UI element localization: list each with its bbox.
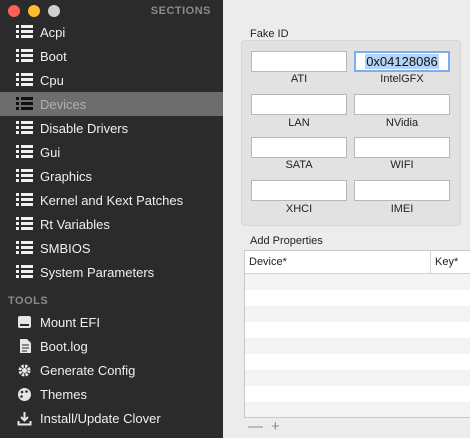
list-icon [16, 241, 33, 255]
sidebar-item-disable-drivers[interactable]: Disable Drivers [0, 116, 223, 140]
list-icon [16, 217, 33, 231]
sidebar-item-system-parameters[interactable]: System Parameters [0, 260, 223, 284]
palette-icon [16, 386, 33, 402]
list-icon [16, 49, 33, 63]
intelgfx-value: 0x04128086 [365, 54, 439, 69]
table-header: Device* Key* [245, 251, 470, 274]
sidebar-item-label: Devices [40, 96, 87, 112]
zoom-window-button[interactable] [48, 5, 60, 17]
sidebar-item-label: Disable Drivers [40, 120, 129, 136]
sidebar-item-label: Acpi [40, 24, 66, 40]
sidebar: SECTIONS Acpi Boot Cpu Devices Disable D… [0, 0, 223, 438]
tool-generate-config[interactable]: Generate Config [0, 358, 223, 382]
tool-label: Install/Update Clover [40, 410, 161, 426]
sections-header: SECTIONS [150, 5, 211, 17]
sidebar-item-graphics[interactable]: Graphics [0, 164, 223, 188]
list-icon [16, 97, 33, 111]
list-icon [16, 169, 33, 183]
tools-list: Mount EFI Boot.log Generate Config Theme… [0, 310, 223, 430]
download-icon [16, 410, 33, 426]
wifi-field[interactable] [354, 137, 450, 158]
nvidia-label: NVidia [385, 117, 419, 129]
tool-install-update-clover[interactable]: Install/Update Clover [0, 406, 223, 430]
sidebar-item-gui[interactable]: Gui [0, 140, 223, 164]
table-row [245, 306, 470, 322]
wifi-label: WIFI [390, 159, 414, 171]
sidebar-item-rt-variables[interactable]: Rt Variables [0, 212, 223, 236]
lan-field[interactable] [251, 94, 347, 115]
add-properties-title: Add Properties [250, 235, 323, 247]
sidebar-item-label: Cpu [40, 72, 64, 88]
gear-icon [16, 362, 33, 378]
tools-header: TOOLS [8, 295, 49, 307]
xhci-label: XHCI [285, 203, 313, 215]
tool-label: Themes [40, 386, 87, 402]
sidebar-item-label: Graphics [40, 168, 93, 184]
tool-label: Generate Config [40, 362, 136, 378]
sidebar-item-label: Kernel and Kext Patches [40, 192, 184, 208]
sidebar-item-kernel-kext-patches[interactable]: Kernel and Kext Patches [0, 188, 223, 212]
table-row [245, 290, 470, 306]
sidebar-item-acpi[interactable]: Acpi [0, 20, 223, 44]
drive-icon [16, 314, 33, 330]
list-icon [16, 25, 33, 39]
table-row [245, 386, 470, 402]
nvidia-field[interactable] [354, 94, 450, 115]
table-row [245, 354, 470, 370]
add-row-button[interactable]: + [271, 418, 280, 435]
tool-label: Boot.log [40, 338, 88, 354]
sidebar-item-label: Gui [40, 144, 61, 160]
sidebar-item-cpu[interactable]: Cpu [0, 68, 223, 92]
tool-mount-efi[interactable]: Mount EFI [0, 310, 223, 334]
ati-label: ATI [290, 73, 308, 85]
window-controls [8, 5, 60, 17]
table-row [245, 338, 470, 354]
xhci-field[interactable] [251, 180, 347, 201]
sidebar-item-label: SMBIOS [40, 240, 91, 256]
table-row [245, 274, 470, 290]
table-row [245, 370, 470, 386]
table-rows [245, 274, 470, 417]
column-header-device[interactable]: Device* [245, 251, 431, 273]
sidebar-item-label: System Parameters [40, 264, 155, 280]
imei-field[interactable] [354, 180, 450, 201]
remove-row-button[interactable]: — [248, 418, 263, 435]
devices-panel: Fake ID ATI 0x04128086 IntelGFX LAN NVid… [223, 0, 470, 438]
imei-label: IMEI [390, 203, 414, 215]
sata-label: SATA [285, 159, 313, 171]
sata-field[interactable] [251, 137, 347, 158]
sections-list: Acpi Boot Cpu Devices Disable Drivers Gu… [0, 20, 223, 284]
add-properties-table[interactable]: Device* Key* [244, 250, 470, 418]
sidebar-item-label: Rt Variables [40, 216, 110, 232]
fake-id-title: Fake ID [250, 28, 289, 40]
document-icon [16, 338, 33, 354]
list-icon [16, 265, 33, 279]
table-row [245, 322, 470, 338]
column-header-key[interactable]: Key* [431, 251, 470, 273]
table-row [245, 402, 470, 417]
list-icon [16, 193, 33, 207]
list-icon [16, 121, 33, 135]
minimize-window-button[interactable] [28, 5, 40, 17]
table-edit-controls: — + [248, 418, 280, 435]
lan-label: LAN [288, 117, 310, 129]
intelgfx-label: IntelGFX [380, 73, 424, 85]
sidebar-item-smbios[interactable]: SMBIOS [0, 236, 223, 260]
sidebar-item-label: Boot [40, 48, 67, 64]
tool-label: Mount EFI [40, 314, 100, 330]
list-icon [16, 73, 33, 87]
tool-boot-log[interactable]: Boot.log [0, 334, 223, 358]
ati-field[interactable] [251, 51, 347, 72]
tool-themes[interactable]: Themes [0, 382, 223, 406]
sidebar-item-devices[interactable]: Devices [0, 92, 223, 116]
sidebar-item-boot[interactable]: Boot [0, 44, 223, 68]
list-icon [16, 145, 33, 159]
intelgfx-field[interactable]: 0x04128086 [354, 51, 450, 72]
close-window-button[interactable] [8, 5, 20, 17]
